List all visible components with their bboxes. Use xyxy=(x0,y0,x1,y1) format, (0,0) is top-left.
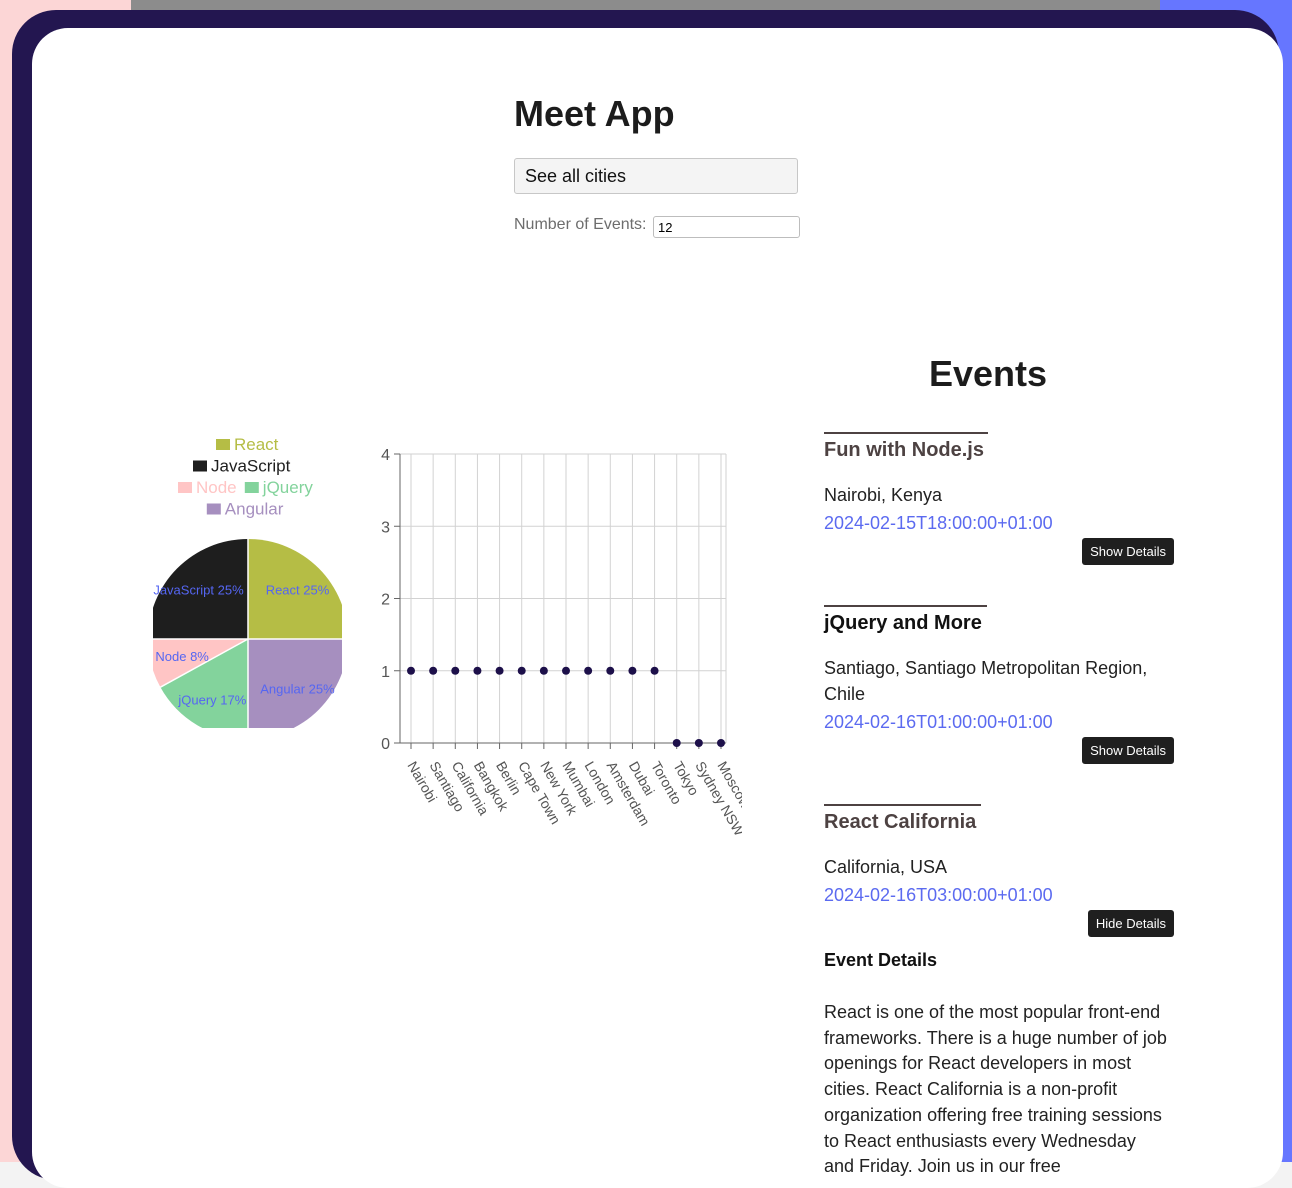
event-location: California, USA xyxy=(824,857,948,877)
event-date: 2024-02-16T01:00:00+01:00 xyxy=(824,712,1053,732)
scatter-point xyxy=(495,666,504,675)
y-tick-label: 0 xyxy=(381,736,390,753)
scatter-point xyxy=(606,666,615,675)
event-divider xyxy=(824,804,981,806)
event-card: Fun with Node.js Nairobi, Kenya 2024-02-… xyxy=(824,432,1174,566)
app-frame: Meet App Number of Events: React JavaScri… xyxy=(12,10,1283,1188)
app-card: Meet App Number of Events: React JavaScri… xyxy=(32,28,1283,1188)
scatter-point xyxy=(539,666,548,675)
scatter-point xyxy=(517,666,526,675)
show-details-button[interactable]: Show Details xyxy=(1082,737,1174,764)
legend-label: Angular xyxy=(225,500,284,519)
legend-label: Node xyxy=(196,478,237,497)
number-of-events-input[interactable] xyxy=(653,216,800,238)
show-details-button[interactable]: Show Details xyxy=(1082,538,1174,565)
scatter-point xyxy=(407,666,415,675)
scatter-point xyxy=(672,739,681,747)
pie-slice-label: React 25% xyxy=(266,583,330,598)
pie-slice-label: JavaScript 25% xyxy=(153,583,244,598)
y-tick-label: 3 xyxy=(381,519,390,536)
events-heading: Events xyxy=(929,353,1048,394)
legend-swatch xyxy=(216,439,230,450)
scatter-point xyxy=(628,666,637,675)
city-search-input[interactable] xyxy=(514,158,798,194)
event-date: 2024-02-15T18:00:00+01:00 xyxy=(824,513,1053,533)
event-details-text: React is one of the most popular front-e… xyxy=(824,1002,1167,1177)
event-location: Nairobi, Kenya xyxy=(824,485,943,505)
event-title: jQuery and More xyxy=(824,612,982,634)
event-divider xyxy=(824,605,987,607)
scatter-point xyxy=(694,739,703,747)
pie-slice-label: jQuery 17% xyxy=(177,692,246,707)
event-card: React California California, USA 2024-02… xyxy=(824,804,1174,1180)
genre-pie-chart: React JavaScript Node jQuery Angular React 25… xyxy=(153,435,342,728)
y-tick-label: 4 xyxy=(381,447,390,464)
event-card: jQuery and More Santiago, Santiago Metro… xyxy=(824,605,1174,765)
event-title: React California xyxy=(824,811,977,833)
scatter-point xyxy=(584,666,593,675)
scatter-point xyxy=(451,666,460,675)
scatter-point xyxy=(650,666,659,675)
y-tick-label: 1 xyxy=(381,664,390,681)
scatter-point xyxy=(717,739,725,747)
legend-label: JavaScript xyxy=(211,457,291,476)
event-divider xyxy=(824,432,988,434)
event-date: 2024-02-16T03:00:00+01:00 xyxy=(824,885,1053,905)
hide-details-button[interactable]: Hide Details xyxy=(1087,910,1174,937)
pie-slice-label: Angular 25% xyxy=(260,681,335,696)
legend-label: jQuery xyxy=(262,478,314,497)
y-tick-label: 2 xyxy=(381,592,390,609)
events-per-city-scatter-chart: 01234NairobiSantiagoCaliforniaBangkokBer… xyxy=(381,447,742,838)
legend-swatch xyxy=(244,482,259,493)
event-details-title: Event Details xyxy=(824,950,938,970)
pie-slice-label: Node 8% xyxy=(155,649,209,664)
number-of-events-label: Number of Events: xyxy=(514,216,647,233)
event-title: Fun with Node.js xyxy=(824,439,984,461)
scatter-point xyxy=(429,666,438,675)
scatter-point xyxy=(562,666,570,675)
app-title: Meet App xyxy=(514,93,675,134)
scatter-point xyxy=(473,666,482,675)
legend-swatch xyxy=(206,503,221,515)
legend-swatch xyxy=(193,460,207,472)
event-location: Santiago, Santiago Metropolitan Region, … xyxy=(824,658,1148,704)
legend-label: React xyxy=(234,435,279,454)
legend-swatch xyxy=(178,482,192,493)
